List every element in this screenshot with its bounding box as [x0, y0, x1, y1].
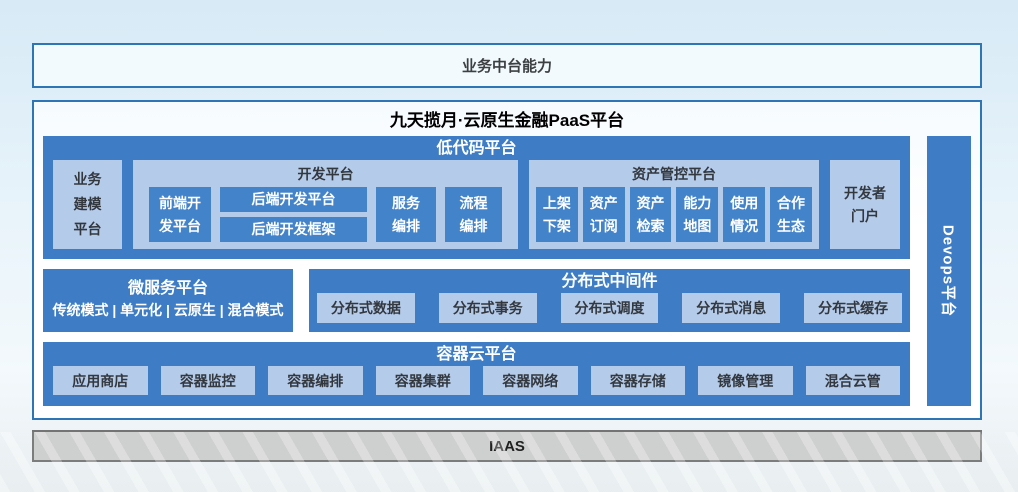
- distributed-middleware-section: 分布式中间件 分布式数据 分布式事务 分布式调度 分布式消息 分布式缓存: [309, 269, 910, 332]
- frontend-dev-box: 前端开 发平台: [149, 187, 211, 242]
- hybrid-cloud-management-box: 混合云管: [806, 366, 901, 395]
- service-orchestration-box: 服务 编排: [376, 187, 436, 242]
- container-cloud-row: 应用商店 容器监控 容器编排 容器集群 容器网络 容器存储 镜像管理 混合云管: [53, 366, 900, 395]
- business-midplatform-banner: 业务中台能力: [32, 43, 982, 88]
- asset-control-row: 上架 下架 资产 订阅 资产 检索 能力 地图 使用 情况 合作 生态: [536, 187, 812, 242]
- distributed-message-box: 分布式消息: [682, 293, 780, 323]
- lowcode-platform-title: 低代码平台: [53, 136, 900, 160]
- container-cloud-title: 容器云平台: [53, 342, 900, 366]
- container-monitoring-box: 容器监控: [161, 366, 256, 395]
- asset-subscription-box: 资产 订阅: [583, 187, 625, 242]
- distributed-scheduling-box: 分布式调度: [561, 293, 659, 323]
- devops-platform-bar: Devops平台: [927, 136, 971, 406]
- distributed-middleware-title: 分布式中间件: [317, 269, 902, 293]
- lowcode-platform-row: 业务 建模 平台 开发平台 前端开 发平台 后端开发平台 后端开发框架 服务 编…: [53, 160, 900, 249]
- dev-platform-panel: 开发平台 前端开 发平台 后端开发平台 后端开发框架 服务 编排 流程 编排: [133, 160, 518, 249]
- dev-platform-row: 前端开 发平台 后端开发平台 后端开发框架 服务 编排 流程 编排: [149, 187, 502, 242]
- asset-control-title: 资产管控平台: [536, 160, 812, 187]
- container-cloud-section: 容器云平台 应用商店 容器监控 容器编排 容器集群 容器网络 容器存储 镜像管理…: [43, 342, 910, 406]
- process-orchestration-box: 流程 编排: [445, 187, 502, 242]
- platform-content: 低代码平台 业务 建模 平台 开发平台 前端开 发平台 后端开发平台 后端开发框…: [43, 136, 971, 406]
- lowcode-platform-section: 低代码平台 业务 建模 平台 开发平台 前端开 发平台 后端开发平台 后端开发框…: [43, 136, 910, 259]
- paas-platform-container: 九天揽月·云原生金融PaaS平台 低代码平台 业务 建模 平台 开发平台 前端开…: [32, 100, 982, 420]
- microservice-modes-label: 传统模式 | 单元化 | 云原生 | 混合模式: [43, 300, 293, 321]
- dev-platform-title: 开发平台: [149, 160, 502, 187]
- microservice-platform-section: 微服务平台 传统模式 | 单元化 | 云原生 | 混合模式: [43, 269, 293, 332]
- business-midplatform-label: 业务中台能力: [462, 55, 552, 76]
- microservice-platform-title: 微服务平台: [43, 277, 293, 300]
- platform-sections-column: 低代码平台 业务 建模 平台 开发平台 前端开 发平台 后端开发平台 后端开发框…: [43, 136, 910, 406]
- distributed-middleware-row: 分布式数据 分布式事务 分布式调度 分布式消息 分布式缓存: [317, 293, 902, 323]
- asset-onoff-shelf-box: 上架 下架: [536, 187, 578, 242]
- business-modeling-box: 业务 建模 平台: [53, 160, 122, 249]
- cooperation-ecosystem-box: 合作 生态: [770, 187, 812, 242]
- developer-portal-box: 开发者 门户: [830, 160, 900, 249]
- container-network-box: 容器网络: [483, 366, 578, 395]
- asset-control-panel: 资产管控平台 上架 下架 资产 订阅 资产 检索 能力 地图 使用 情况 合作 …: [529, 160, 819, 249]
- container-cluster-box: 容器集群: [376, 366, 471, 395]
- container-storage-box: 容器存储: [591, 366, 686, 395]
- container-orchestration-box: 容器编排: [268, 366, 363, 395]
- page-background: { "top_banner": { "label": "业务中台能力" }, "…: [0, 0, 1018, 492]
- backend-dev-platform-box: 后端开发平台: [220, 187, 367, 212]
- capability-map-box: 能力 地图: [676, 187, 718, 242]
- iaas-label: IAAS: [489, 438, 525, 455]
- iaas-bar: IAAS: [32, 430, 982, 462]
- distributed-cache-box: 分布式缓存: [804, 293, 902, 323]
- devops-platform-label: Devops平台: [939, 225, 960, 317]
- middle-sections-row: 微服务平台 传统模式 | 单元化 | 云原生 | 混合模式 分布式中间件 分布式…: [43, 269, 910, 332]
- distributed-transaction-box: 分布式事务: [439, 293, 537, 323]
- asset-search-box: 资产 检索: [630, 187, 672, 242]
- backend-dev-stack: 后端开发平台 后端开发框架: [220, 187, 367, 242]
- backend-dev-framework-box: 后端开发框架: [220, 217, 367, 242]
- image-management-box: 镜像管理: [698, 366, 793, 395]
- distributed-data-box: 分布式数据: [317, 293, 415, 323]
- app-store-box: 应用商店: [53, 366, 148, 395]
- usage-status-box: 使用 情况: [723, 187, 765, 242]
- platform-title: 九天揽月·云原生金融PaaS平台: [43, 105, 971, 136]
